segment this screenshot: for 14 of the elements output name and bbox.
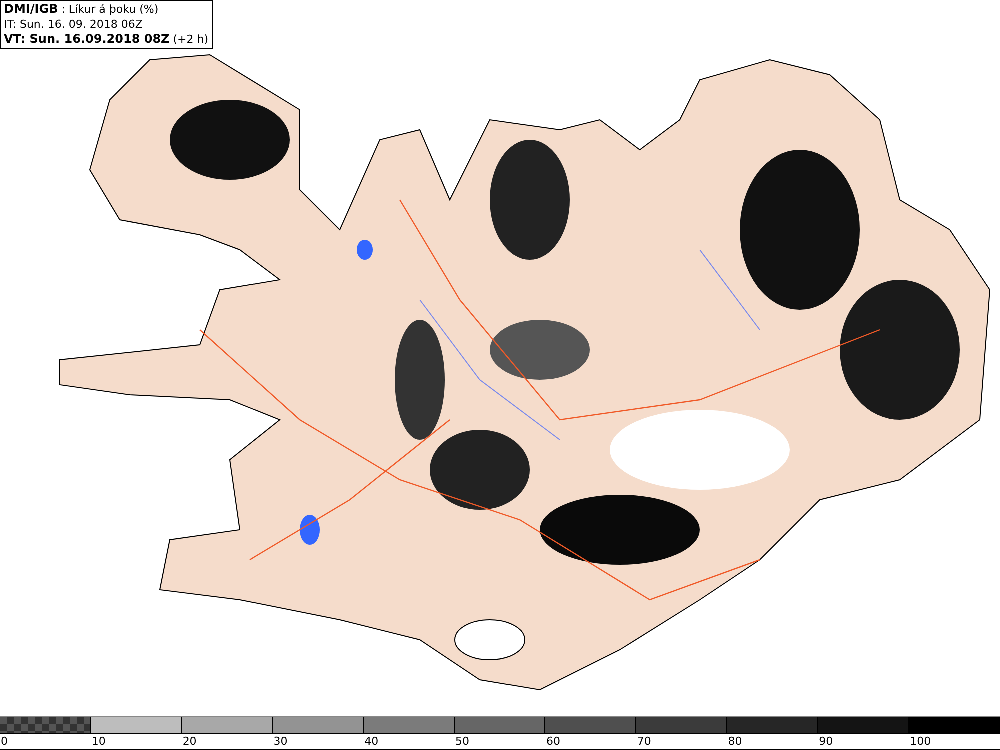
info-text: IT: Sun. 16. 09. 2018 06Z <box>4 17 144 32</box>
legend-label: 90 <box>818 734 834 749</box>
legend-label: 70 <box>636 734 652 749</box>
info-text: VT: Sun. 16.09.2018 08Z (+2 h) <box>4 32 209 47</box>
legend-label: 40 <box>364 734 380 749</box>
legend-label: 80 <box>727 734 744 749</box>
legend-label: 60 <box>545 734 562 749</box>
legend-label: 50 <box>454 734 471 749</box>
legend-label: 30 <box>272 734 289 749</box>
legend-label: 20 <box>182 734 198 749</box>
legend-label: 0 <box>0 734 9 749</box>
legend-label: 100 <box>909 734 932 749</box>
legend-label: 10 <box>90 734 107 749</box>
info-text: DMI/IGB : Líkur á þoku (%) <box>4 2 160 17</box>
